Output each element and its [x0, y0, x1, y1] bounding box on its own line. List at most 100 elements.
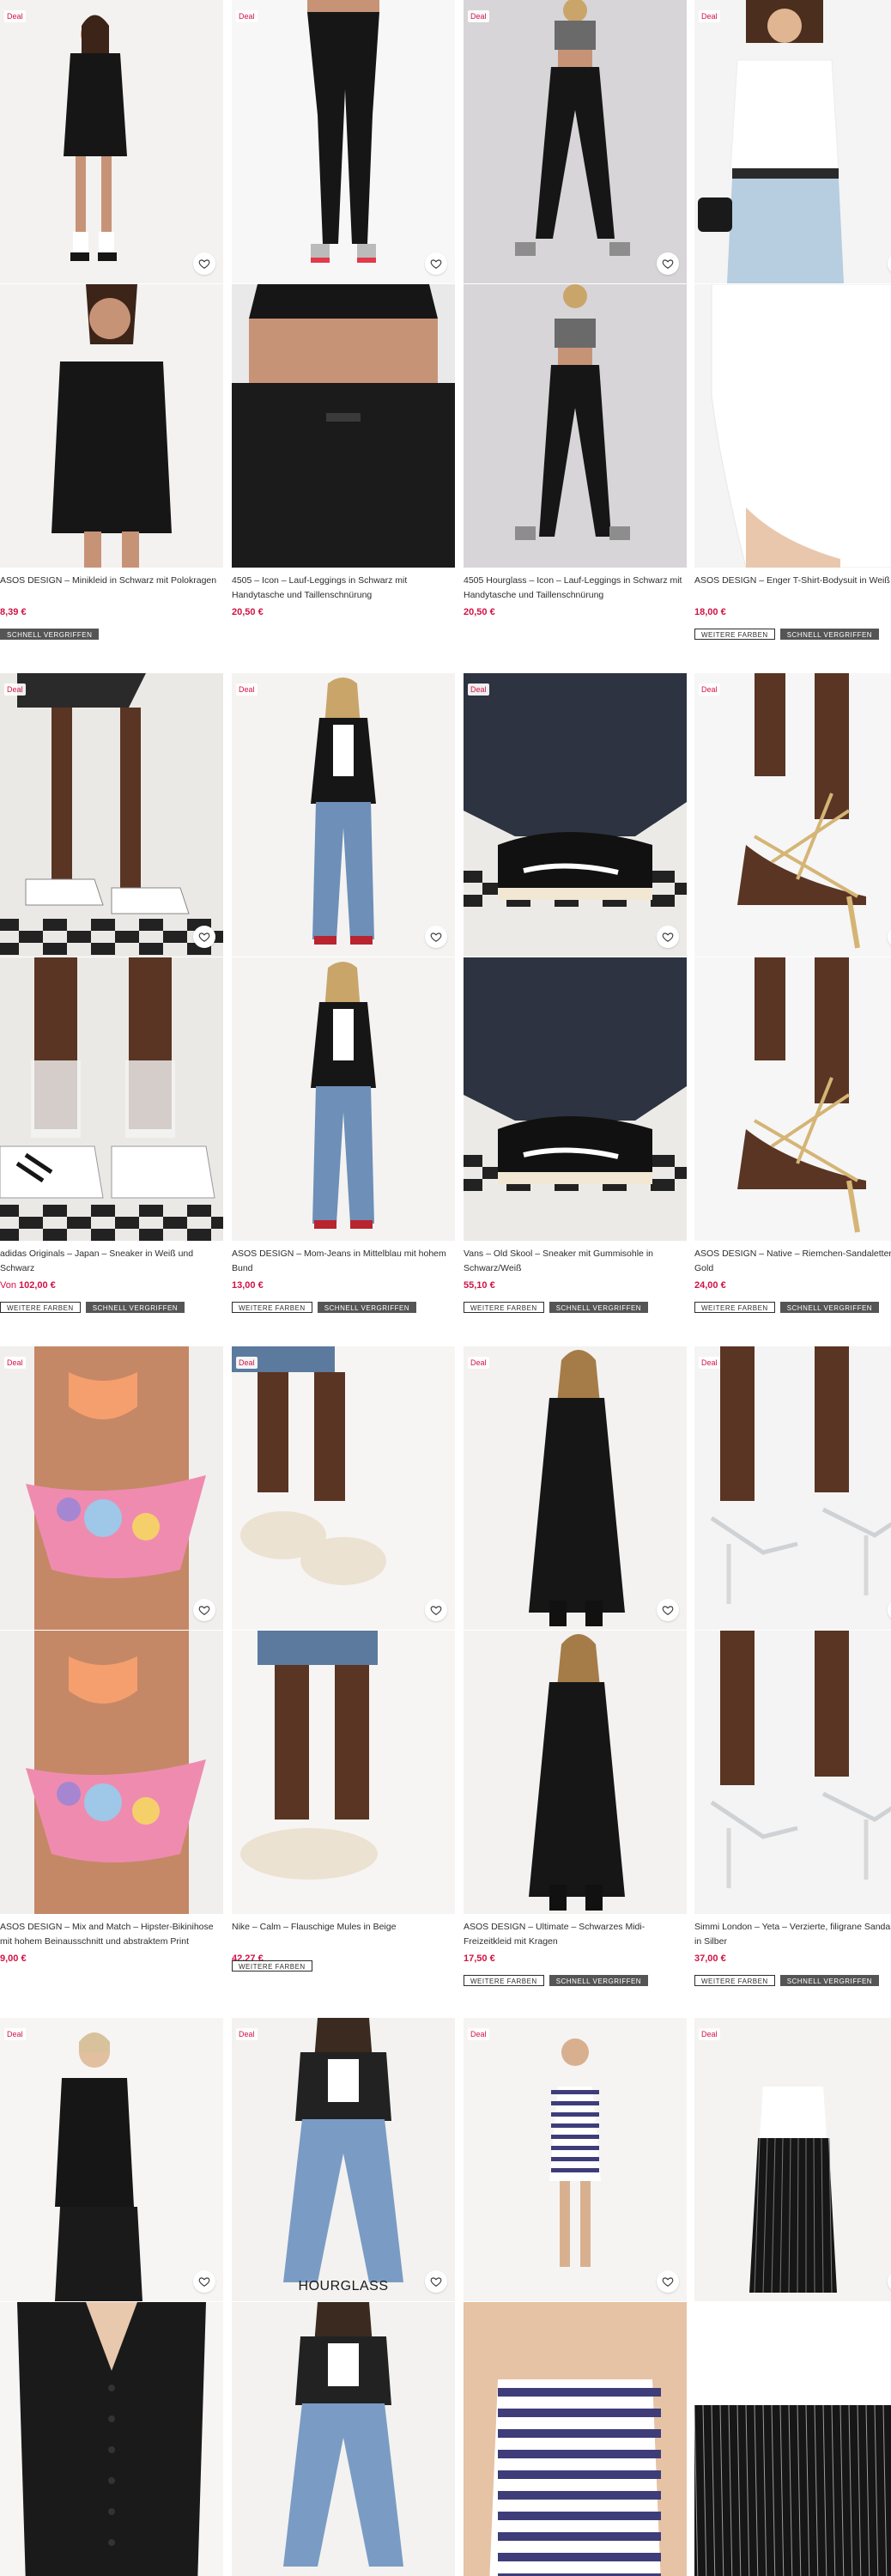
product-image[interactable]: Deal [232, 673, 455, 957]
product-title[interactable]: ASOS DESIGN – Mix and Match – Hipster-Bi… [0, 1920, 221, 1949]
product-image[interactable]: Deal [0, 0, 223, 283]
product-price-row: 24,00 € [694, 1280, 726, 1291]
more-colors-button[interactable]: WEITERE FARBEN [694, 629, 775, 640]
more-colors-button[interactable]: WEITERE FARBEN [0, 1302, 81, 1313]
wishlist-button[interactable] [193, 2270, 215, 2293]
more-colors-button[interactable]: WEITERE FARBEN [694, 1302, 775, 1313]
quick-buy-button[interactable]: SCHNELL VERGRIFFEN [549, 1302, 649, 1313]
product-card[interactable]: Deal ASOS DESIGN – Native – Riemchen-Sand… [694, 673, 891, 1346]
product-image[interactable]: Deal [0, 2018, 223, 2301]
product-card[interactable]: DealHOURGLASSASOS DESIGN Hourglass – Wei… [232, 2018, 455, 2576]
deal-badge: Deal [236, 2028, 258, 2040]
product-card[interactable]: DealASOS DESIGN – Geripptes Träger-Minik… [464, 2018, 687, 2576]
product-image[interactable]: Deal [0, 673, 223, 957]
product-title[interactable]: ASOS DESIGN – Ultimate – Schwarzes Midi-… [464, 1920, 685, 1949]
product-image[interactable]: Deal [464, 673, 687, 957]
product-card[interactable]: Deal Nike – Calm – Flauschige Mules in Be… [232, 1346, 455, 2020]
quick-buy-button[interactable]: SCHNELL VERGRIFFEN [85, 1302, 185, 1313]
product-title[interactable]: 4505 Hourglass – Icon – Lauf-Leggings in… [464, 574, 685, 603]
quick-buy-button[interactable]: SCHNELL VERGRIFFEN [317, 1302, 417, 1313]
more-colors-button[interactable]: WEITERE FARBEN [464, 1302, 544, 1313]
product-card[interactable]: Deal adidas Originals – Japan – Sneaker i… [0, 673, 223, 1346]
product-image[interactable]: Deal HOURGLASS [232, 2018, 455, 2301]
quick-buy-button[interactable]: SCHNELL VERGRIFFEN [779, 1975, 880, 1986]
heart-icon [430, 259, 442, 269]
quick-buy-button[interactable]: SCHNELL VERGRIFFEN [779, 1302, 880, 1313]
product-photo [232, 1631, 455, 1914]
wishlist-button[interactable] [657, 926, 679, 948]
product-title[interactable]: Simmi London – Yeta – Verzierte, filigra… [694, 1920, 891, 1949]
product-card[interactable]: Deal ASOS DESIGN – Ultimate – Schwarzes M… [464, 1346, 687, 2020]
product-image-secondary[interactable] [464, 1631, 687, 1914]
product-image[interactable]: Deal [232, 0, 455, 283]
product-image-secondary[interactable] [464, 284, 687, 568]
product-title[interactable]: ASOS DESIGN – Enger T-Shirt-Bodysuit in … [694, 574, 891, 588]
product-image-secondary[interactable] [232, 1631, 455, 1914]
wishlist-button[interactable] [657, 2270, 679, 2293]
product-image-secondary[interactable] [232, 284, 455, 568]
product-image-secondary[interactable] [694, 1631, 891, 1914]
wishlist-button[interactable] [657, 1599, 679, 1621]
product-title[interactable]: Vans – Old Skool – Sneaker mit Gummisohl… [464, 1247, 685, 1276]
product-photo [694, 957, 891, 1241]
product-title[interactable]: ASOS DESIGN – Mom-Jeans in Mittelblau mi… [232, 1247, 453, 1276]
product-image-secondary[interactable] [694, 284, 891, 568]
product-photo [694, 1631, 891, 1914]
wishlist-button[interactable] [425, 252, 447, 275]
product-image[interactable]: Deal [464, 0, 687, 283]
product-price: 13,00 € [232, 1280, 264, 1291]
product-image-secondary[interactable] [0, 2302, 223, 2576]
product-card[interactable]: Deal Vans – Old Skool – Sneaker mit Gummi… [464, 673, 687, 1346]
product-title[interactable]: 4505 – Icon – Lauf-Leggings in Schwarz m… [232, 574, 453, 603]
product-image[interactable]: Deal [694, 673, 891, 957]
product-image-secondary[interactable] [232, 957, 455, 1241]
product-photo [0, 284, 223, 568]
wishlist-button[interactable] [657, 252, 679, 275]
product-card[interactable]: Deal Simmi London – Yeta – Verzierte, fil… [694, 1346, 891, 2020]
product-card[interactable]: DealASOS DESIGN – Weste in Schwarz mit L… [0, 2018, 223, 2576]
deal-badge: Deal [468, 683, 489, 696]
product-image[interactable]: Deal [464, 1346, 687, 1630]
product-photo [0, 2018, 223, 2301]
product-card[interactable]: Deal ASOS DESIGN – Enger T-Shirt-Bodysuit… [694, 0, 891, 673]
more-colors-button[interactable]: WEITERE FARBEN [232, 1302, 312, 1313]
product-image-secondary[interactable] [0, 284, 223, 568]
deal-badge: Deal [236, 1357, 258, 1369]
quick-buy-button[interactable]: SCHNELL VERGRIFFEN [549, 1975, 649, 1986]
product-title[interactable]: ASOS DESIGN – Minikleid in Schwarz mit P… [0, 574, 221, 588]
more-colors-button[interactable]: WEITERE FARBEN [464, 1975, 544, 1986]
product-card[interactable]: DealASOS DESIGN – Gestreifte Schlupfhose… [694, 2018, 891, 2576]
product-title[interactable]: ASOS DESIGN – Native – Riemchen-Sandalet… [694, 1247, 891, 1276]
product-card[interactable]: Deal ASOS DESIGN – Mix and Match – Hipste… [0, 1346, 223, 2020]
product-card[interactable]: Deal ASOS DESIGN – Mom-Jeans in Mittelbla… [232, 673, 455, 1346]
wishlist-button[interactable] [425, 1599, 447, 1621]
product-image-secondary[interactable] [232, 2302, 455, 2576]
product-image[interactable]: Deal [694, 1346, 891, 1630]
quick-buy-button[interactable]: SCHNELL VERGRIFFEN [0, 629, 100, 640]
product-image[interactable]: Deal [694, 2018, 891, 2301]
product-image[interactable]: Deal [0, 1346, 223, 1630]
product-image-secondary[interactable] [694, 957, 891, 1241]
product-image-secondary[interactable] [464, 2302, 687, 2576]
product-title[interactable]: adidas Originals – Japan – Sneaker in We… [0, 1247, 221, 1276]
product-card[interactable]: Deal 4505 – Icon – Lauf-Leggings in Schwa… [232, 0, 455, 673]
product-title[interactable]: Nike – Calm – Flauschige Mules in Beige [232, 1920, 453, 1935]
product-card[interactable]: Deal ASOS DESIGN – Minikleid in Schwarz m… [0, 0, 223, 673]
product-image[interactable]: Deal [694, 0, 891, 283]
wishlist-button[interactable] [193, 252, 215, 275]
wishlist-button[interactable] [193, 1599, 215, 1621]
deal-badge: Deal [236, 10, 258, 22]
wishlist-button[interactable] [425, 926, 447, 948]
product-image-secondary[interactable] [0, 957, 223, 1241]
product-image[interactable]: Deal [464, 2018, 687, 2301]
product-image-secondary[interactable] [694, 2302, 891, 2576]
more-colors-button[interactable]: WEITERE FARBEN [232, 1960, 312, 1971]
more-colors-button[interactable]: WEITERE FARBEN [694, 1975, 775, 1986]
wishlist-button[interactable] [193, 926, 215, 948]
product-card[interactable]: Deal 4505 Hourglass – Icon – Lauf-Legging… [464, 0, 687, 673]
product-photo [464, 957, 687, 1241]
product-image[interactable]: Deal [232, 1346, 455, 1630]
product-image-secondary[interactable] [0, 1631, 223, 1914]
product-image-secondary[interactable] [464, 957, 687, 1241]
quick-buy-button[interactable]: SCHNELL VERGRIFFEN [779, 629, 880, 640]
